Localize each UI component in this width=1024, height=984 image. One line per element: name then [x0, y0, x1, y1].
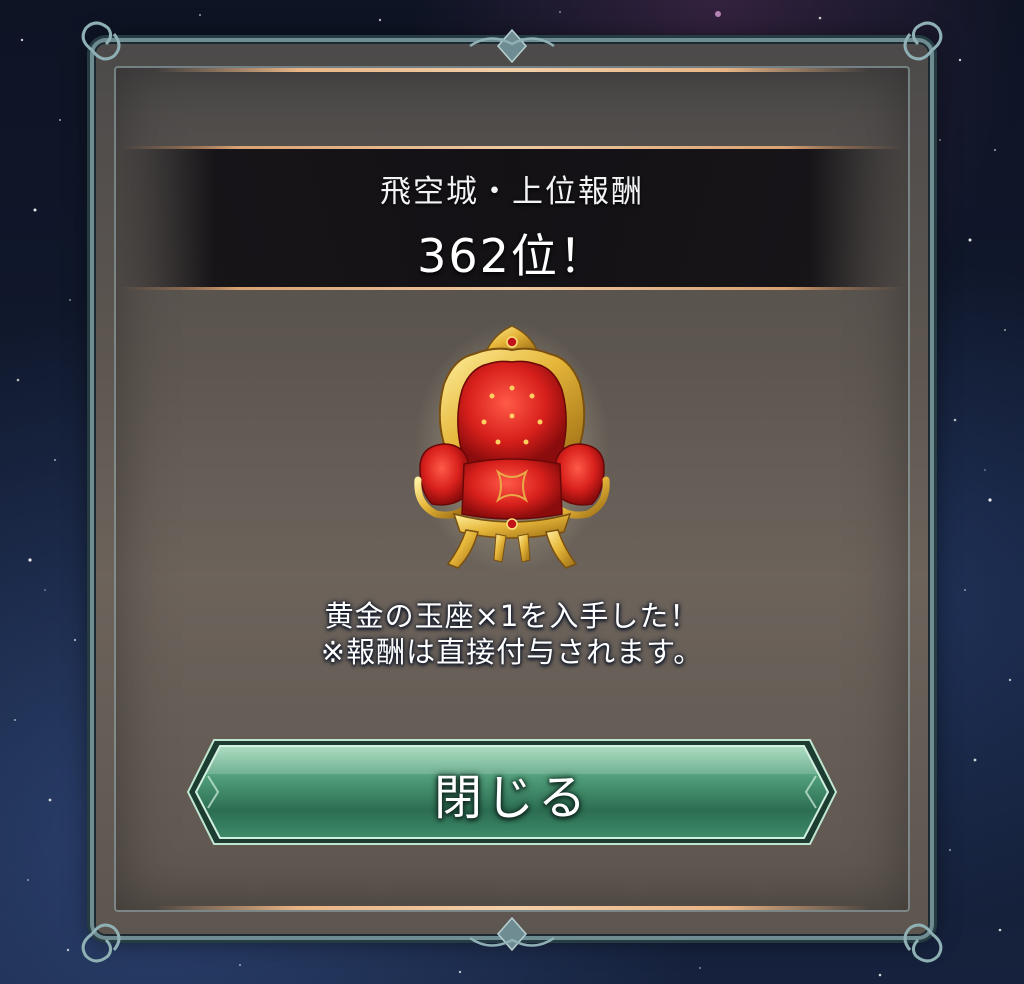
close-button[interactable]: 閉じる	[184, 736, 840, 848]
title-banner: 飛空城・上位報酬 362位！	[120, 146, 904, 290]
banner-bottom-line	[120, 287, 904, 290]
reward-message: 黄金の玉座×1を入手した！ ※報酬は直接付与されます。	[200, 598, 824, 670]
rank-text: 362位！	[417, 229, 607, 283]
dialog-title: 飛空城・上位報酬	[380, 174, 644, 210]
banner-top-line	[120, 146, 904, 149]
reward-message-line1: 黄金の玉座×1を入手した！	[324, 599, 700, 633]
golden-throne-icon	[414, 323, 610, 573]
bottom-copper-trim	[156, 906, 868, 910]
top-copper-trim	[156, 68, 868, 72]
reward-message-line2: ※報酬は直接付与されます。	[320, 635, 704, 669]
close-button-label: 閉じる	[433, 770, 590, 826]
